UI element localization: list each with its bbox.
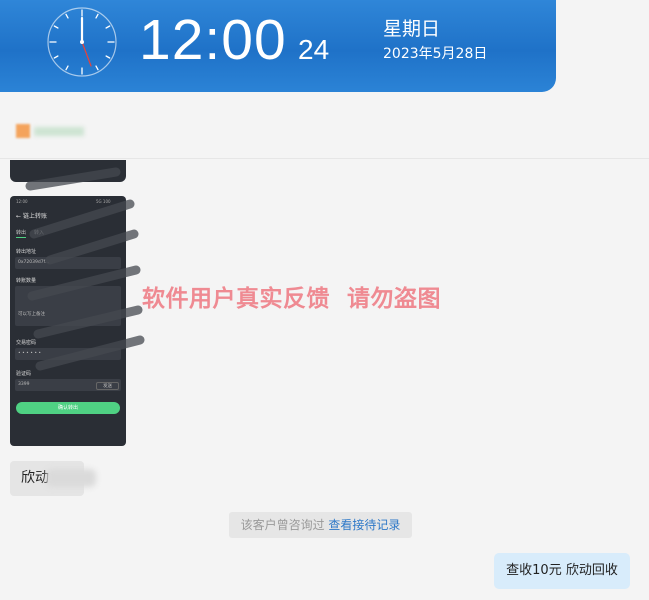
phone-confirm-button: 确认转出 (16, 402, 120, 414)
visit-history-notice: 该客户曾咨询过 查看接待记录 (229, 512, 412, 538)
notice-text: 该客户曾咨询过 (240, 518, 325, 532)
header-banner: 12:00 24 星期日 2023年5月28日 (0, 0, 556, 92)
clock-seconds: 24 (298, 34, 330, 65)
watermark-text: 软件用户真实反馈 请勿盗图 (142, 286, 442, 312)
incoming-message-text: 欣动 (21, 470, 49, 486)
clock-time: 12:00 (139, 8, 287, 72)
clock-icon (47, 7, 117, 77)
outgoing-message-bubble[interactable]: 查收10元 欣动回收 (494, 553, 630, 589)
view-reception-record-link[interactable]: 查看接待记录 (328, 518, 400, 532)
redacted-text (46, 469, 96, 487)
blurred-avatar (12, 124, 84, 140)
redaction-scribble (25, 167, 145, 371)
weekday-label: 星期日 (383, 18, 441, 40)
date-label: 2023年5月28日 (383, 46, 488, 62)
